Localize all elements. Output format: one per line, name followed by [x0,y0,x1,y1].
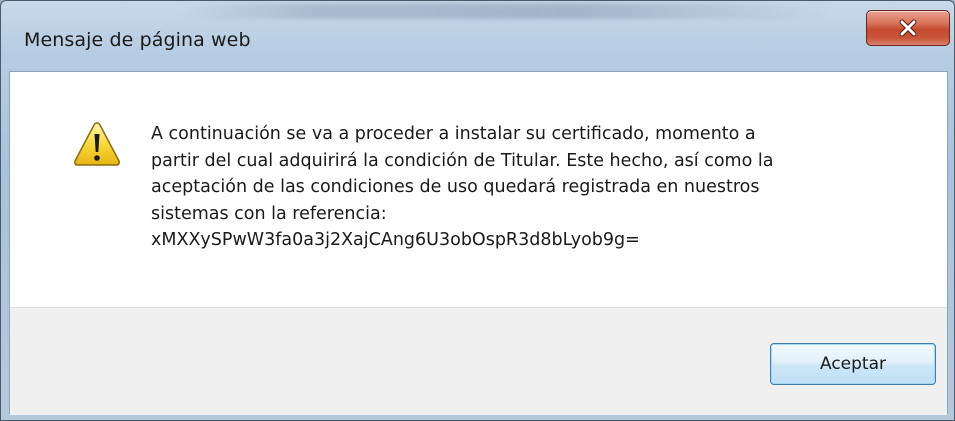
message-text: A continuación se va a proceder a instal… [151,121,911,254]
close-button[interactable] [866,10,950,46]
message-line: partir del cual adquirirá la condición d… [151,150,774,171]
accept-button[interactable]: Aceptar [770,343,936,385]
message-line: sistemas con la referencia: [151,203,387,224]
dialog-title: Mensaje de página web [24,29,251,51]
certificate-reference: xMXXySPwW3fa0a3j2XajCAng6U3obOspR3d8bLyo… [151,230,640,250]
close-icon [899,19,917,37]
message-line: A continuación se va a proceder a instal… [151,124,756,144]
button-bar: Aceptar [10,307,947,415]
message-area: A continuación se va a proceder a instal… [10,72,947,307]
warning-icon [74,122,120,166]
title-bar[interactable]: Mensaje de página web [1,1,954,71]
message-dialog-window: Mensaje de página web A continuación se … [0,0,955,421]
message-line: aceptación de las condiciones de uso que… [151,177,760,197]
dialog-body: A continuación se va a proceder a instal… [9,71,948,415]
